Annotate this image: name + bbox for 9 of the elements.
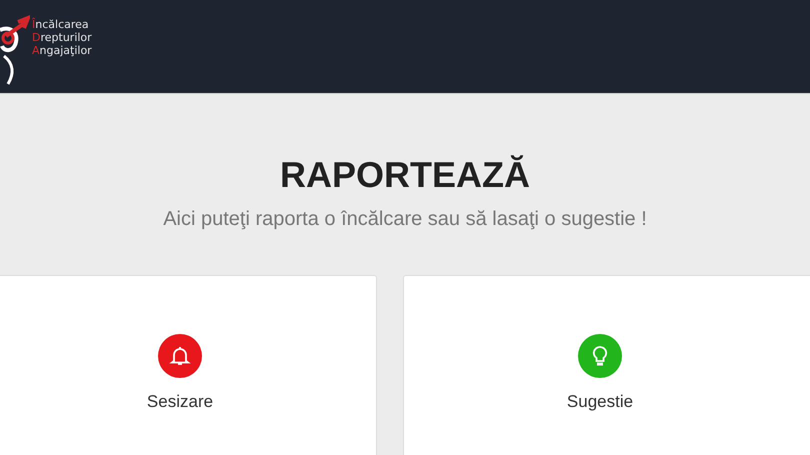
logo-text: Încălcarea (32, 18, 90, 31)
card-label: Sugestie (566, 392, 634, 412)
option-card[interactable]: Sesizare (0, 275, 377, 455)
page-title: RAPORTEAZĂ (280, 154, 530, 196)
option-card[interactable]: Sugestie (403, 275, 810, 455)
logo-text: Angajaţilor (32, 44, 92, 57)
card-label: Sesizare (146, 392, 214, 412)
logo-text: Drepturilor (32, 31, 92, 44)
page-subtitle: Aici puteţi raporta o încălcare sau să lasaţi o sugestie ! (163, 207, 647, 232)
